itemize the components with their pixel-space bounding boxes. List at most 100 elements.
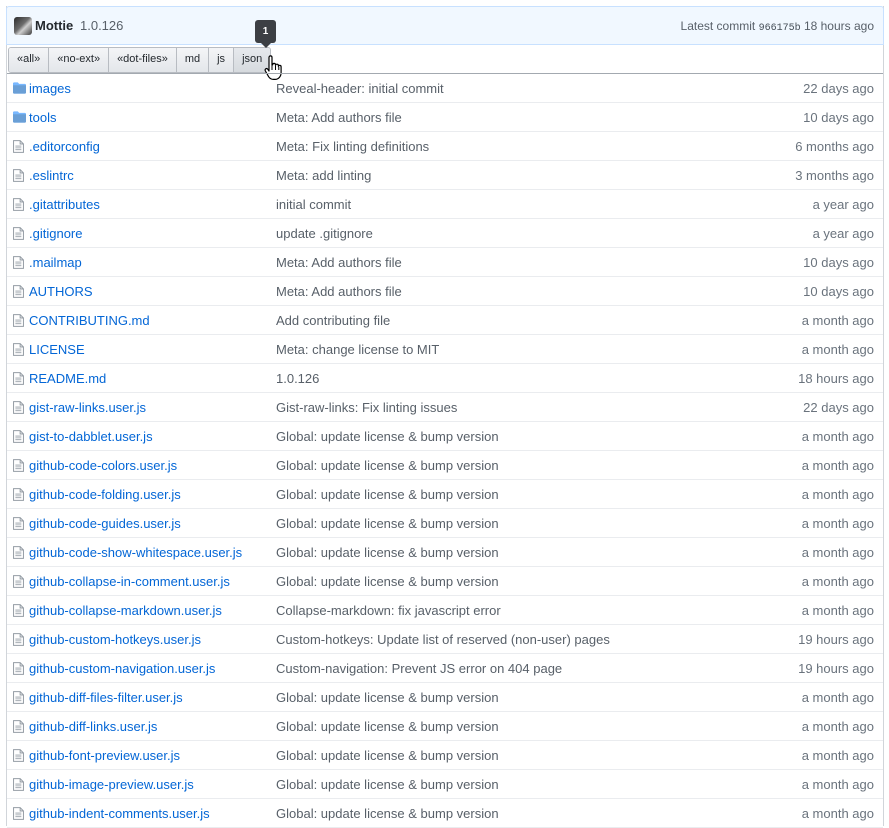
file-icon (13, 256, 24, 269)
file-name-link[interactable]: github-code-guides.user.js (29, 516, 181, 531)
file-name-link[interactable]: github-image-preview.user.js (29, 777, 194, 792)
file-name-link[interactable]: github-code-colors.user.js (29, 458, 177, 473)
file-icon (13, 401, 24, 414)
file-name-link[interactable]: CONTRIBUTING.md (29, 313, 150, 328)
commit-message-link[interactable]: Global: update license & bump version (276, 777, 499, 792)
file-name-link[interactable]: github-diff-links.user.js (29, 719, 157, 734)
commit-message-link[interactable]: 1.0.126 (276, 371, 319, 386)
file-name-link[interactable]: github-collapse-markdown.user.js (29, 603, 222, 618)
file-icon (13, 227, 24, 240)
file-name-link[interactable]: README.md (29, 371, 106, 386)
latest-commit-label: Latest commit (680, 19, 756, 33)
commit-message-link[interactable]: Meta: Fix linting definitions (276, 139, 429, 154)
commit-message-link[interactable]: Global: update license & bump version (276, 690, 499, 705)
filter-no-ext-button[interactable]: «no-ext» (49, 48, 110, 72)
file-icon (13, 285, 24, 298)
file-name-link[interactable]: tools (29, 110, 56, 125)
commit-message-link[interactable]: update .gitignore (276, 226, 373, 241)
commit-age: 18 hours ago (803, 19, 874, 33)
commit-message-link[interactable]: Global: update license & bump version (276, 458, 499, 473)
file-name-link[interactable]: AUTHORS (29, 284, 93, 299)
file-icon (13, 140, 25, 153)
filter-all-button[interactable]: «all» (9, 48, 50, 72)
commit-age: a month ago (801, 603, 874, 618)
file-name-link[interactable]: images (29, 81, 71, 96)
file-row: gist-to-dabblet.user.js Global: update li… (7, 422, 883, 451)
commit-age: 10 days ago (803, 110, 874, 125)
file-row: .gitattributes initial commit a year ago (7, 190, 883, 219)
commit-age: 18 hours ago (798, 371, 874, 386)
file-name-link[interactable]: github-font-preview.user.js (29, 748, 180, 763)
file-icon (13, 778, 25, 791)
commit-message-link[interactable]: Meta: Add authors file (276, 110, 402, 125)
file-icon (13, 256, 25, 269)
commit-age: a month ago (801, 342, 874, 357)
file-icon (13, 662, 25, 675)
file-row: github-image-preview.user.js Global: upda… (7, 770, 883, 799)
file-icon (13, 401, 25, 414)
file-name-link[interactable]: .gitignore (29, 226, 82, 241)
file-icon (13, 169, 25, 182)
folder-icon (13, 82, 26, 94)
commit-message-link[interactable]: Custom-navigation: Prevent JS error on 4… (276, 661, 562, 676)
commit-message-link[interactable]: Gist-raw-links: Fix linting issues (276, 400, 457, 415)
file-row: github-collapse-in-comment.user.js Global… (7, 567, 883, 596)
file-name-link[interactable]: gist-raw-links.user.js (29, 400, 146, 415)
commit-message-link[interactable]: Meta: Add authors file (276, 284, 402, 299)
commit-message-link[interactable]: Meta: add linting (276, 168, 371, 183)
file-icon (13, 662, 24, 675)
commit-message-link[interactable]: Global: update license & bump version (276, 748, 499, 763)
file-icon (13, 488, 25, 501)
commit-author[interactable]: Mottie (35, 18, 73, 33)
file-name-link[interactable]: LICENSE (29, 342, 85, 357)
file-list: images Reveal-header: initial commit 22 da… (7, 73, 883, 828)
filter-md-button[interactable]: md (176, 48, 210, 72)
filter-dot-files-button[interactable]: «dot-files» (109, 48, 177, 72)
file-row: github-font-preview.user.js Global: updat… (7, 741, 883, 770)
file-icon (13, 691, 25, 704)
file-name-link[interactable]: github-code-show-whitespace.user.js (29, 545, 242, 560)
file-name-link[interactable]: github-code-folding.user.js (29, 487, 181, 502)
commit-message-link[interactable]: Global: update license & bump version (276, 545, 499, 560)
avatar[interactable] (14, 17, 32, 35)
file-icon (13, 633, 25, 646)
file-name-link[interactable]: github-diff-files-filter.user.js (29, 690, 183, 705)
commit-message-link[interactable]: Meta: change license to MIT (276, 342, 439, 357)
commit-age: a month ago (801, 313, 874, 328)
commit-age: 22 days ago (803, 400, 874, 415)
file-icon (13, 314, 24, 327)
file-icon (13, 372, 25, 385)
commit-message-link[interactable]: Global: update license & bump version (276, 487, 499, 502)
file-icon (13, 720, 24, 733)
file-name-link[interactable]: .gitattributes (29, 197, 100, 212)
file-name-link[interactable]: github-custom-hotkeys.user.js (29, 632, 201, 647)
commit-age: 6 months ago (795, 139, 874, 154)
file-row: github-code-folding.user.js Global: updat… (7, 480, 883, 509)
commit-message[interactable]: 1.0.126 (80, 18, 123, 33)
commit-sha[interactable]: 966175b (759, 23, 801, 34)
file-row: github-custom-navigation.user.js Custom-n… (7, 654, 883, 683)
commit-message-link[interactable]: Global: update license & bump version (276, 574, 499, 589)
commit-age: a month ago (801, 545, 874, 560)
file-icon (13, 575, 25, 588)
file-name-link[interactable]: github-collapse-in-comment.user.js (29, 574, 230, 589)
filter-js-button[interactable]: js (209, 48, 235, 72)
file-icon (13, 517, 25, 530)
commit-message-link[interactable]: Collapse-markdown: fix javascript error (276, 603, 501, 618)
file-name-link[interactable]: .eslintrc (29, 168, 74, 183)
commit-message-link[interactable]: Global: update license & bump version (276, 429, 499, 444)
commit-message-link[interactable]: Global: update license & bump version (276, 516, 499, 531)
file-icon (13, 604, 25, 617)
file-icon (13, 285, 25, 298)
commit-message-link[interactable]: Add contributing file (276, 313, 390, 328)
file-name-link[interactable]: .editorconfig (29, 139, 100, 154)
file-name-link[interactable]: github-custom-navigation.user.js (29, 661, 215, 676)
commit-age: a month ago (801, 748, 874, 763)
commit-message-link[interactable]: Reveal-header: initial commit (276, 81, 444, 96)
commit-message-link[interactable]: initial commit (276, 197, 351, 212)
file-name-link[interactable]: gist-to-dabblet.user.js (29, 429, 153, 444)
commit-message-link[interactable]: Global: update license & bump version (276, 719, 499, 734)
file-name-link[interactable]: .mailmap (29, 255, 82, 270)
commit-message-link[interactable]: Custom-hotkeys: Update list of reserved … (276, 632, 610, 647)
commit-message-link[interactable]: Meta: Add authors file (276, 255, 402, 270)
